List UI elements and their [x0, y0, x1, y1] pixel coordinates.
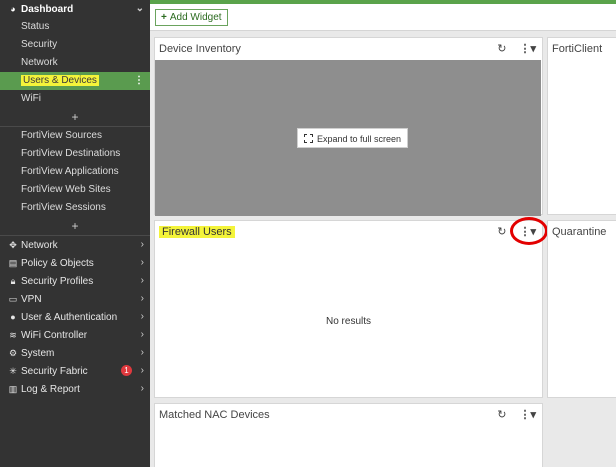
lock-icon: 🔒︎ [10, 276, 16, 286]
chevron-right-icon: › [140, 329, 144, 340]
vpn-icon: ▭ [8, 294, 18, 304]
refresh-icon[interactable]: ↻ [497, 409, 506, 421]
widget-forticlient: FortiClient [547, 37, 616, 215]
widget-title: Firewall Users [159, 226, 235, 238]
widget-menu-icon[interactable]: ⋮▾ [519, 43, 536, 55]
sidebar-item-fortiview-destinations[interactable]: FortiView Destinations [0, 145, 150, 163]
network-icon: ✥ [9, 240, 17, 250]
widget-matched-nac-devices: Matched NAC Devices ↻ ⋮▾ [154, 403, 543, 467]
widget-header: Device Inventory ↻ ⋮▾ [155, 38, 542, 60]
policy-icon: ▤ [8, 258, 18, 268]
plus-icon: + [161, 12, 167, 23]
notification-badge: 1 [121, 365, 132, 376]
widget-title: FortiClient [552, 43, 603, 55]
refresh-icon[interactable]: ↻ [497, 226, 506, 238]
chevron-right-icon: › [140, 257, 144, 268]
widget-menu-icon[interactable]: ⋮▾ [519, 409, 536, 421]
widget-device-inventory: Device Inventory ↻ ⋮▾ Expand to full scr… [154, 37, 543, 216]
chevron-right-icon: › [140, 275, 144, 286]
widget-header: FortiClient [548, 38, 616, 60]
chevron-right-icon: › [140, 293, 144, 304]
sidebar-item-fortiview-sessions[interactable]: FortiView Sessions [0, 199, 150, 217]
sidebar: ◕ Dashboard ⌄ Status Security Network Use… [0, 0, 150, 467]
widget-header: Firewall Users ↻ ⋮▾ [155, 221, 542, 243]
chevron-down-icon: ⌄ [135, 3, 144, 14]
dashboard-icon: ◕ [10, 4, 16, 14]
chevron-right-icon: › [140, 347, 144, 358]
sidebar-item-log-report[interactable]: ▥ Log & Report › [0, 380, 150, 398]
fabric-icon: ✳ [9, 366, 17, 376]
sidebar-item-security[interactable]: Security [0, 36, 150, 54]
annotation-circle [510, 217, 548, 245]
sidebar-item-status[interactable]: Status [0, 18, 150, 36]
chevron-right-icon: › [140, 383, 144, 394]
chart-icon: ▥ [8, 384, 18, 394]
sidebar-item-label: Users & Devices [21, 75, 99, 86]
add-dashboard-button[interactable]: + [0, 108, 150, 126]
sidebar-item-vpn[interactable]: ▭ VPN › [0, 290, 150, 308]
sidebar-item-system[interactable]: ⚙ System › [0, 344, 150, 362]
widget-body-overlay: Expand to full screen [155, 60, 541, 216]
chevron-right-icon: › [140, 311, 144, 322]
widget-header: Quarantine [548, 221, 616, 243]
sidebar-item-policy-objects[interactable]: ▤ Policy & Objects › [0, 254, 150, 272]
sidebar-item-dashboard[interactable]: ◕ Dashboard ⌄ [0, 0, 150, 18]
add-widget-button[interactable]: + Add Widget [155, 9, 228, 26]
sidebar-item-users-devices[interactable]: Users & Devices ⋮ [0, 72, 150, 90]
user-icon: ● [10, 312, 16, 322]
gear-icon: ⚙ [8, 348, 18, 358]
expand-fullscreen-button[interactable]: Expand to full screen [297, 128, 409, 148]
widget-firewall-users: Firewall Users ↻ ⋮▾ No results [154, 220, 543, 398]
widget-title: Matched NAC Devices [159, 409, 270, 421]
expand-icon [304, 134, 313, 143]
sidebar-item-fortiview-web-sites[interactable]: FortiView Web Sites [0, 181, 150, 199]
chevron-right-icon: › [140, 365, 144, 376]
widget-quarantine: Quarantine [547, 220, 616, 398]
widget-title: Quarantine [552, 226, 607, 238]
sidebar-item-wifi-controller[interactable]: ≋ WiFi Controller › [0, 326, 150, 344]
widget-header: Matched NAC Devices ↻ ⋮▾ [155, 404, 542, 426]
sidebar-item-fortiview-sources[interactable]: FortiView Sources [0, 127, 150, 145]
dashboard-toolbar: + Add Widget [150, 4, 616, 31]
widget-title: Device Inventory [159, 43, 241, 55]
refresh-icon[interactable]: ↻ [497, 43, 506, 55]
sidebar-item-user-authentication[interactable]: ● User & Authentication › [0, 308, 150, 326]
chevron-right-icon: › [140, 239, 144, 250]
sidebar-item-wifi[interactable]: WiFi [0, 90, 150, 108]
empty-state-text: No results [325, 316, 371, 327]
wifi-icon: ≋ [9, 330, 17, 340]
sidebar-item-network[interactable]: ✥ Network › [0, 236, 150, 254]
sidebar-item-fortiview-applications[interactable]: FortiView Applications [0, 163, 150, 181]
more-options-icon[interactable]: ⋮ [134, 72, 144, 90]
add-fortiview-button[interactable]: + [0, 217, 150, 235]
sidebar-item-network-dashboard[interactable]: Network [0, 54, 150, 72]
sidebar-item-security-profiles[interactable]: 🔒︎ Security Profiles › [0, 272, 150, 290]
sidebar-item-security-fabric[interactable]: ✳ Security Fabric 1 › [0, 362, 150, 380]
